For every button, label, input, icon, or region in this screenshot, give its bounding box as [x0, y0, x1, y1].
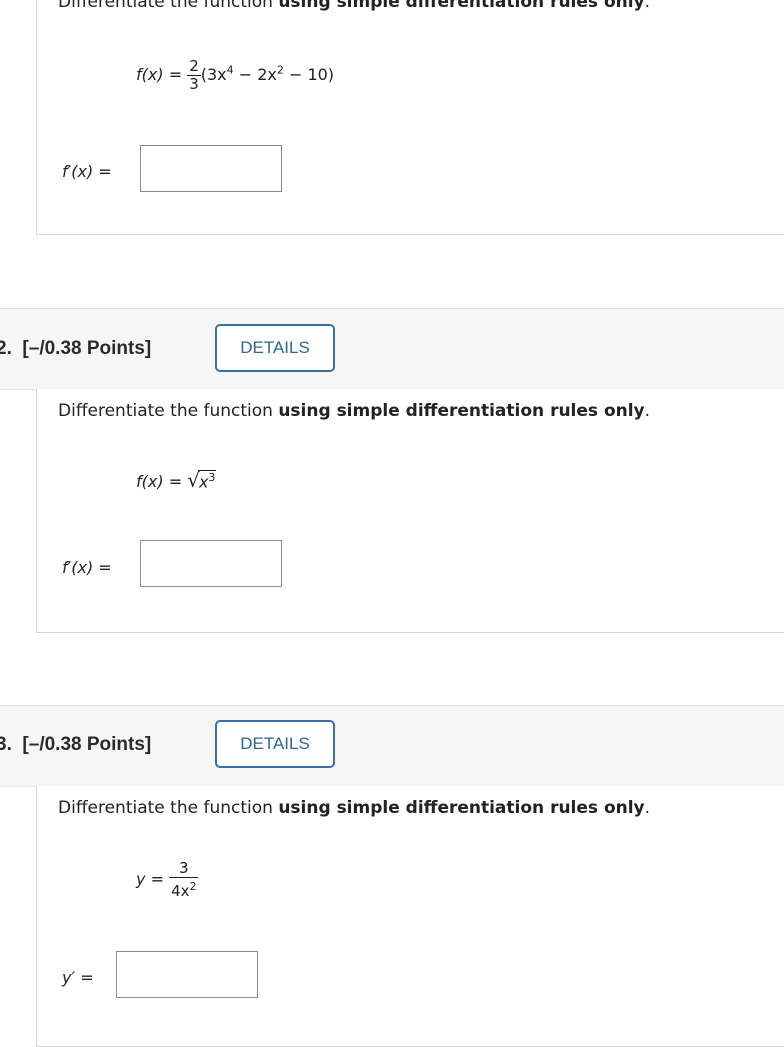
question-2-details-button[interactable]: DETAILS — [215, 324, 335, 372]
question-3-details-button[interactable]: DETAILS — [215, 720, 335, 768]
question-1-answer-label: f′(x) = — [62, 162, 112, 181]
question-2-function: f(x) = √x3 — [136, 468, 217, 492]
question-3-answer-input[interactable] — [116, 951, 258, 998]
question-3-function: y = 3 4x2 — [136, 859, 199, 900]
question-3-instruction: Differentiate the function using simple … — [58, 798, 651, 818]
question-1-instruction: Differentiate the function using simple … — [58, 0, 651, 12]
fraction: 23 — [187, 57, 201, 93]
question-1-answer-input[interactable] — [140, 145, 282, 192]
question-3-answer-label: y′ = — [62, 968, 94, 987]
fraction: 3 4x2 — [169, 859, 199, 900]
square-root: √x3 — [187, 468, 217, 492]
question-3-number: 3. [–/0.38 Points] — [0, 734, 152, 755]
question-2-answer-input[interactable] — [140, 540, 282, 587]
question-2-number: 2. [–/0.38 Points] — [0, 338, 152, 359]
question-1-function: f(x) = 2 3 (3x4 − 2x2 − 10) — [136, 57, 335, 93]
question-2-card — [36, 389, 784, 633]
question-1-card — [36, 0, 784, 235]
question-3-card — [36, 786, 784, 1047]
question-2-instruction: Differentiate the function using simple … — [58, 401, 651, 421]
question-2-answer-label: f′(x) = — [62, 558, 112, 577]
